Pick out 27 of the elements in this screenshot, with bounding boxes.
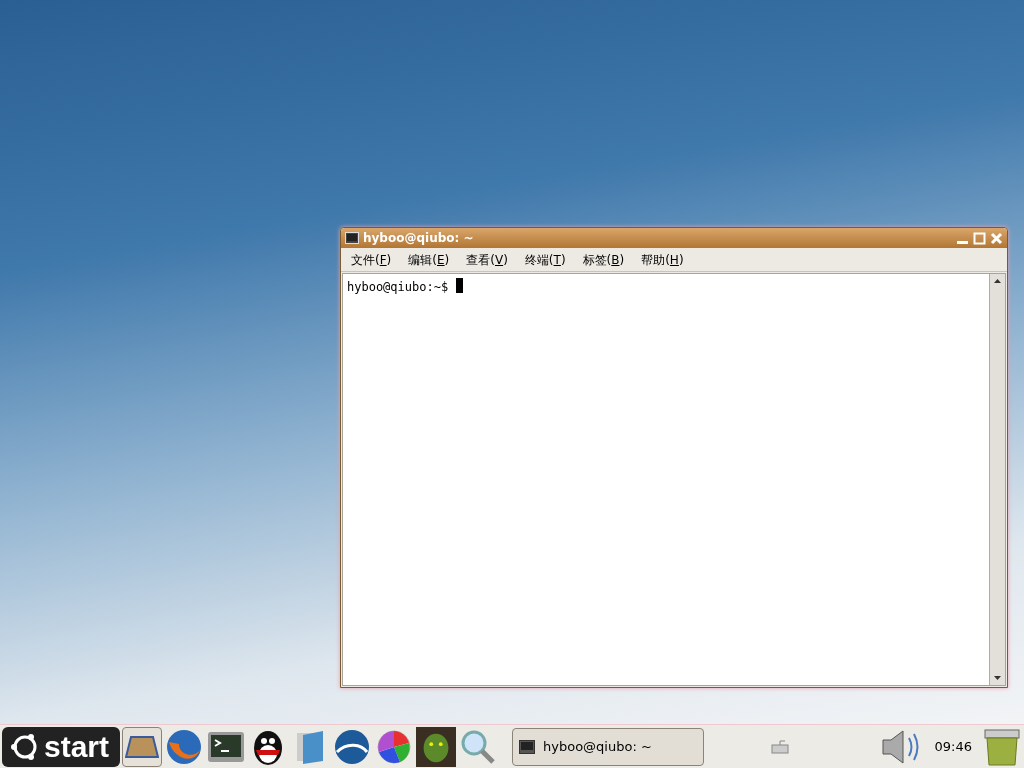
menu-item[interactable]: 帮助(H) [639, 250, 686, 269]
globe-icon [333, 727, 371, 766]
menu-item[interactable]: 文件(F) [349, 250, 394, 269]
shell-prompt: hyboo@qiubo:~$ [347, 279, 449, 296]
text-cursor [456, 278, 464, 293]
desktop-launcher[interactable] [122, 726, 162, 767]
desktop-icon [125, 734, 159, 759]
start-button[interactable]: start [2, 726, 120, 767]
menu-item[interactable]: 终端(T) [522, 250, 568, 269]
monster-face-icon [416, 725, 456, 768]
menu-item[interactable]: 查看(V) [464, 250, 510, 269]
terminal-icon [519, 739, 535, 754]
clock[interactable]: 09:46 [926, 736, 980, 757]
menu-item[interactable]: 编辑(E) [406, 250, 452, 269]
game-launcher[interactable] [416, 726, 456, 767]
terminal-icon [207, 730, 245, 763]
window-title: hyboo@qiubo: ~ [363, 230, 474, 247]
trash-icon[interactable] [982, 726, 1022, 767]
globe-fox-icon [165, 727, 203, 766]
maximize-icon[interactable] [973, 231, 986, 245]
close-icon[interactable] [990, 231, 1003, 245]
task-button[interactable]: hyboo@qiubo: ~ [512, 727, 704, 766]
terminal-icon [345, 232, 359, 244]
pinwheel-icon [376, 727, 412, 766]
menu-item[interactable]: 标签(B) [580, 250, 627, 269]
scrollbar[interactable] [989, 274, 1005, 685]
folder-icon [295, 728, 325, 765]
